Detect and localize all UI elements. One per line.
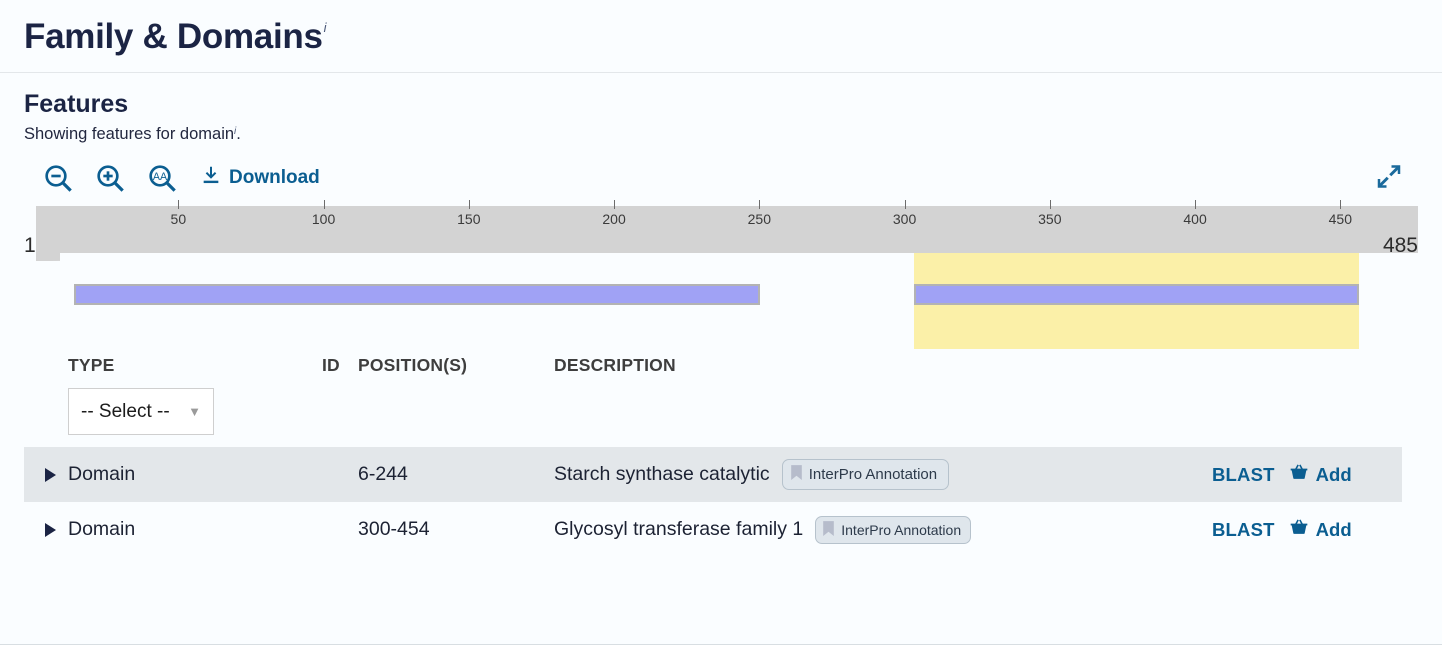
blast-link[interactable]: BLAST — [1212, 464, 1275, 486]
cell-description: Glycosyl transferase family 1 InterPro A… — [554, 515, 1212, 544]
zoom-out-icon — [42, 162, 74, 194]
blast-link[interactable]: BLAST — [1212, 519, 1275, 541]
table-header-row: TYPE ID POSITION(S) DESCRIPTION — [24, 349, 1402, 380]
expand-fullscreen-icon — [1374, 165, 1404, 195]
cell-actions: BLAST Add — [1212, 517, 1402, 542]
section-header: Family & Domains i — [0, 0, 1442, 73]
features-subtitle-period: . — [236, 125, 241, 143]
ruler-tick — [1049, 200, 1051, 209]
ribbon-icon — [822, 520, 835, 540]
zoom-in-icon — [94, 162, 126, 194]
ruler-tick-label: 150 — [457, 211, 481, 227]
ribbon-icon — [790, 464, 803, 485]
features-subtitle-text: Showing features for domain — [24, 125, 235, 143]
svg-text:AA: AA — [153, 171, 168, 183]
ruler-tick-label: 350 — [1038, 211, 1062, 227]
ruler-tick — [1340, 200, 1342, 209]
cell-type: Domain — [68, 463, 136, 485]
features-section: Features Showing features for domain i . — [0, 73, 1442, 206]
table-row[interactable]: Domain 6-244 Starch synthase catalytic I… — [24, 447, 1402, 502]
ruler-tick-label: 50 — [170, 211, 187, 227]
ruler-tick — [904, 200, 906, 209]
chevron-down-icon: ▼ — [188, 404, 201, 419]
description-text: Starch synthase catalytic — [554, 463, 770, 485]
ruler-tick-label: 200 — [602, 211, 626, 227]
zoom-amino-acid-icon: AA — [146, 162, 178, 194]
basket-icon — [1289, 517, 1309, 542]
feature-bar[interactable] — [74, 284, 760, 305]
triangle-right-icon — [45, 467, 56, 482]
download-icon — [200, 164, 222, 192]
row-expand-toggle[interactable] — [24, 522, 68, 537]
badge-label: InterPro Annotation — [808, 466, 938, 483]
header-description: DESCRIPTION — [554, 355, 676, 375]
type-filter-select[interactable]: -- Select -- ▼ — [68, 388, 214, 435]
cell-description: Starch synthase catalytic InterPro Annot… — [554, 459, 1212, 490]
triangle-right-icon — [45, 522, 56, 537]
feature-track-canvas — [60, 253, 1418, 349]
ruler-tick-label: 300 — [892, 211, 917, 227]
cell-actions: BLAST Add — [1212, 462, 1402, 487]
features-table: TYPE ID POSITION(S) DESCRIPTION -- Selec… — [24, 349, 1402, 557]
cell-positions: 6-244 — [358, 463, 408, 485]
page-title: Family & Domains i — [24, 19, 326, 54]
ruler-tick — [323, 200, 325, 209]
add-to-basket-link[interactable]: Add — [1289, 462, 1352, 487]
download-button[interactable]: Download — [188, 164, 320, 192]
table-row[interactable]: Domain 300-454 Glycosyl transferase fami… — [24, 502, 1402, 557]
family-domains-page: Family & Domains i Features Showing feat… — [0, 0, 1442, 645]
sequence-viewer: 50 100 150 200 250 300 350 400 450 1 485 — [24, 200, 1418, 349]
viewer-toolbar: AA Download — [24, 150, 1418, 206]
cell-type: Domain — [68, 518, 136, 540]
add-label: Add — [1315, 463, 1352, 485]
expand-button[interactable] — [1374, 162, 1404, 195]
add-label: Add — [1315, 518, 1352, 540]
ruler-tick — [614, 200, 616, 209]
zoom-out-button[interactable] — [32, 162, 84, 194]
add-to-basket-link[interactable]: Add — [1289, 517, 1352, 542]
features-heading: Features — [24, 90, 129, 118]
ruler-tick-label: 100 — [311, 211, 336, 227]
interpro-annotation-badge[interactable]: InterPro Annotation — [781, 459, 950, 490]
sequence-ruler[interactable]: 50 100 150 200 250 300 350 400 450 — [36, 200, 1418, 261]
ruler-tick — [1195, 200, 1197, 209]
table-body: Domain 6-244 Starch synthase catalytic I… — [24, 447, 1402, 557]
basket-icon — [1289, 462, 1309, 487]
ruler-tick — [178, 200, 180, 209]
header-type: TYPE — [68, 355, 115, 375]
ruler-tick-label: 250 — [747, 211, 772, 227]
ruler-tick — [468, 200, 470, 209]
header-positions: POSITION(S) — [358, 355, 468, 375]
badge-label: InterPro Annotation — [841, 521, 962, 538]
row-expand-toggle[interactable] — [24, 467, 68, 482]
features-subtitle: Showing features for domain i . — [24, 125, 1418, 144]
zoom-in-button[interactable] — [84, 162, 136, 194]
download-label: Download — [229, 167, 320, 188]
zoom-amino-acid-button[interactable]: AA — [136, 162, 188, 194]
title-info-icon[interactable]: i — [324, 21, 327, 34]
cell-positions: 300-454 — [358, 518, 430, 540]
ruler-tick — [759, 200, 761, 209]
table-filter-row: -- Select -- ▼ — [24, 380, 1402, 447]
interpro-annotation-badge[interactable]: InterPro Annotation — [815, 515, 972, 544]
ruler-tick-label: 450 — [1328, 211, 1352, 227]
description-text: Glycosyl transferase family 1 — [554, 518, 804, 540]
feature-bar[interactable] — [913, 284, 1360, 305]
header-id: ID — [322, 355, 340, 375]
ruler-tick-label: 400 — [1183, 211, 1207, 227]
type-filter-value: -- Select -- — [81, 400, 170, 422]
ruler-start-label: 1 — [24, 234, 36, 257]
page-title-text: Family & Domains — [24, 16, 323, 56]
